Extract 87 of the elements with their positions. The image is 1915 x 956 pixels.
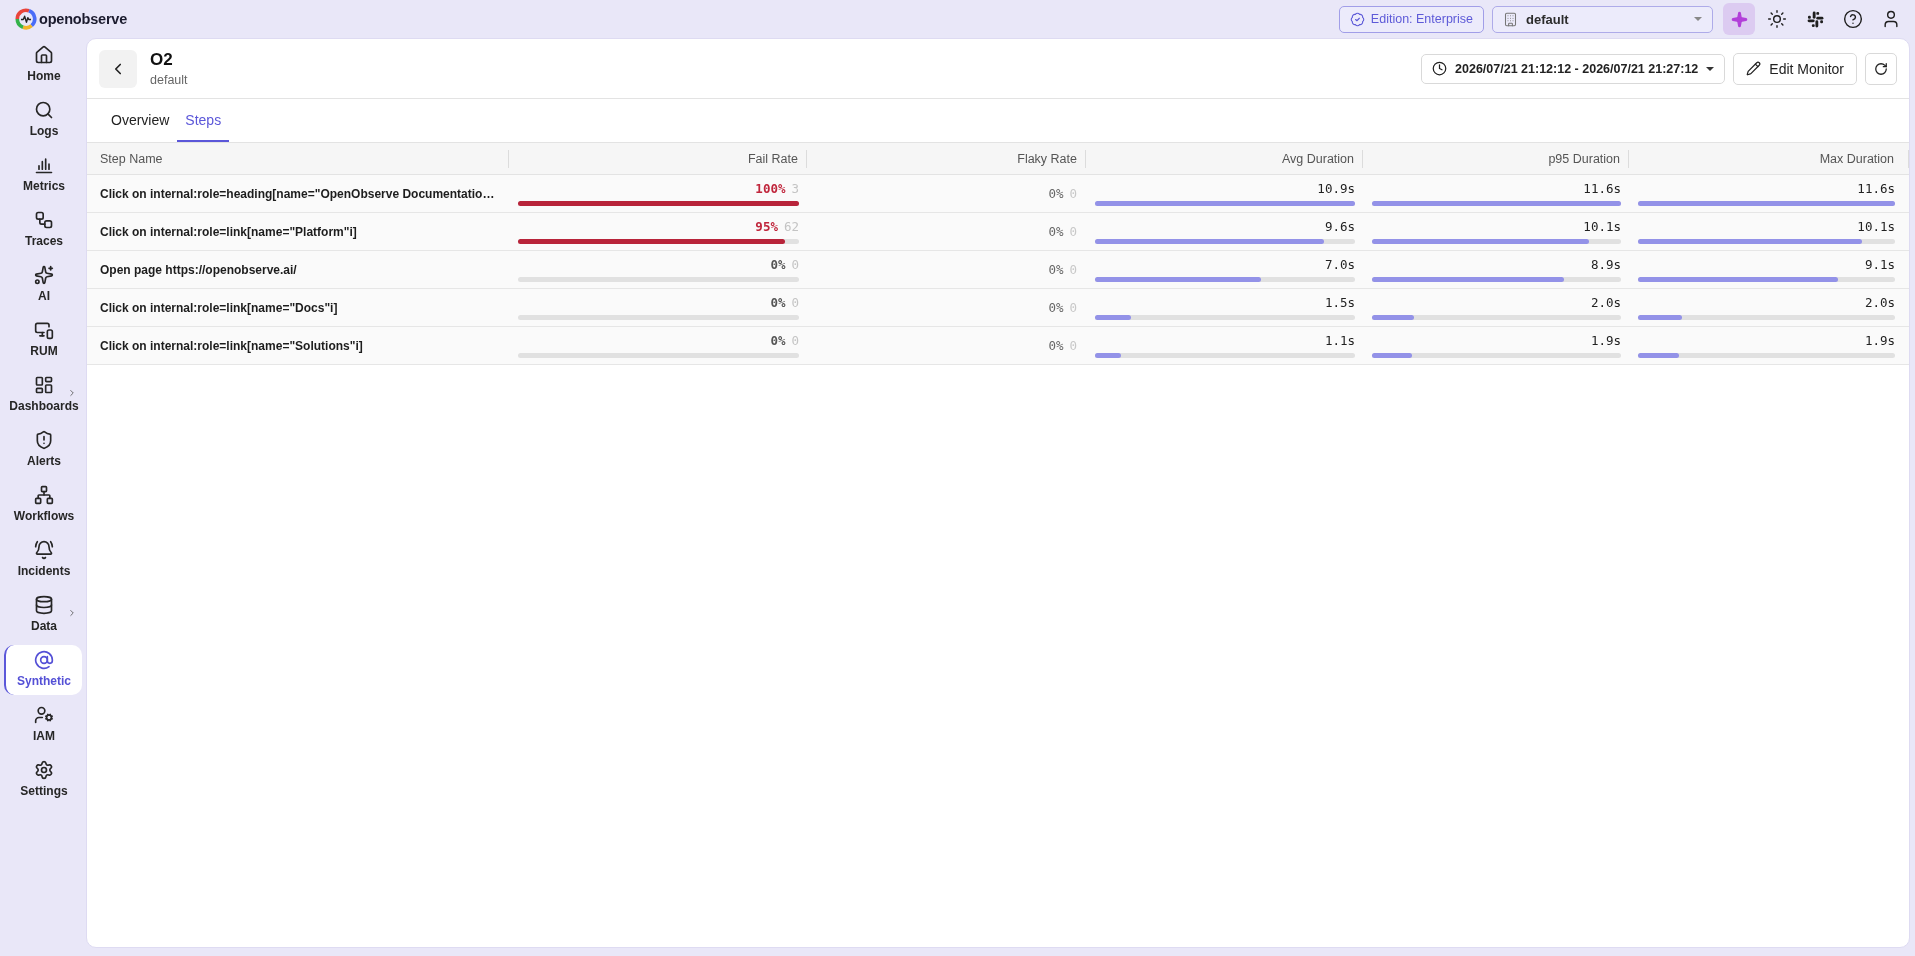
bell-ring-icon [34, 540, 54, 560]
sidebar-item[interactable]: Synthetic [4, 645, 82, 695]
duration-value: 1.1s [1324, 333, 1355, 348]
sidebar-item[interactable]: Metrics [4, 150, 82, 200]
sparkle-icon [1730, 10, 1748, 28]
step-name: Click on internal:role=link[name="Solutions"i] [99, 338, 364, 353]
duration-value: 7.0s [1324, 257, 1355, 272]
step-name: Click on internal:role=link[name="Docs"i] [99, 300, 339, 315]
column-header[interactable]: Fail Rate [509, 149, 807, 168]
settings-icon [34, 760, 54, 780]
duration-value: 9.6s [1324, 219, 1355, 234]
duration-value: 1.9s [1590, 333, 1621, 348]
duration-value: 8.9s [1590, 257, 1621, 272]
sidebar-item[interactable]: Settings [4, 755, 82, 805]
pencil-icon [1746, 61, 1762, 76]
duration-value: 10.1s [1583, 219, 1621, 234]
column-header[interactable]: Max Duration [1629, 149, 1909, 168]
sidebar-item[interactable]: Incidents [4, 535, 82, 585]
flaky-rate-value: 0% [1048, 300, 1064, 315]
duration-value: 10.9s [1317, 181, 1355, 196]
help-icon [1843, 9, 1863, 29]
logo-text: openobserve [39, 11, 128, 27]
step-name: Open page https://openobserve.ai/ [99, 262, 298, 277]
sidebar-item[interactable]: IAM [4, 700, 82, 750]
sidebar-item[interactable]: Dashboards [4, 370, 82, 420]
fail-rate-value: 0% [770, 257, 786, 272]
badge-check-icon [1349, 11, 1365, 27]
column-header[interactable]: Step Name [87, 149, 509, 168]
clock-icon [1432, 61, 1448, 76]
user-gear-icon [34, 705, 54, 725]
date-range-picker[interactable]: 2026/07/21 21:12:12 - 2026/07/21 21:27:12 [1421, 53, 1726, 84]
column-header[interactable]: Avg Duration [1086, 149, 1363, 168]
refresh-button[interactable] [1865, 52, 1897, 85]
flaky-rate-value: 0% [1048, 186, 1064, 201]
duration-value: 10.1s [1857, 219, 1895, 234]
duration-value: 11.6s [1857, 181, 1895, 196]
network-icon [34, 485, 54, 505]
sidebar-item[interactable]: Alerts [4, 425, 82, 475]
logo-icon [15, 8, 37, 30]
caret-down-icon [1706, 66, 1715, 71]
org-select[interactable]: default [1492, 5, 1713, 33]
dashboard-icon [34, 375, 54, 395]
tab[interactable]: Overview [103, 99, 178, 142]
building-icon [1503, 11, 1518, 27]
monitor-phone-icon [34, 320, 54, 340]
step-name: Click on internal:role=link[name="Platform"i] [99, 224, 358, 239]
flaky-rate-value: 0% [1048, 262, 1064, 277]
sidebar-item[interactable]: Traces [4, 205, 82, 255]
duration-value: 2.0s [1864, 295, 1895, 310]
bar-chart-icon [34, 155, 54, 175]
flaky-rate-value: 0% [1048, 338, 1064, 353]
sparkles-icon [34, 265, 54, 285]
duration-value: 2.0s [1590, 295, 1621, 310]
fail-rate-value: 100% [755, 181, 786, 196]
fail-rate-value: 0% [770, 295, 786, 310]
duration-value: 9.1s [1864, 257, 1895, 272]
caret-down-icon [1694, 17, 1702, 21]
duration-value: 1.5s [1324, 295, 1355, 310]
page-title: O2 [150, 50, 174, 70]
sun-icon [1767, 9, 1787, 29]
flaky-rate-value: 0% [1048, 224, 1064, 239]
ai-button[interactable] [1723, 3, 1755, 35]
page-subtitle: default [150, 73, 188, 87]
sidebar-item[interactable]: RUM [4, 315, 82, 365]
sidebar-item[interactable]: Data [4, 590, 82, 640]
sidebar-item[interactable]: Workflows [4, 480, 82, 530]
step-name: Click on internal:role=heading[name="OpenObserve Documentatio… [99, 186, 496, 201]
at-sign-icon [34, 650, 54, 670]
shield-alert-icon [34, 430, 54, 450]
sidebar-item[interactable]: Home [4, 40, 82, 90]
hash-logo-icon [1805, 9, 1825, 29]
edition-badge[interactable]: Edition: Enterprise [1338, 5, 1484, 33]
refresh-icon [1874, 61, 1888, 76]
column-header[interactable]: p95 Duration [1363, 149, 1629, 168]
connected-squares-icon [34, 210, 54, 230]
duration-value: 1.9s [1864, 333, 1895, 348]
fail-rate-value: 0% [770, 333, 786, 348]
column-header[interactable]: Flaky Rate [807, 149, 1086, 168]
sidebar-item[interactable]: Logs [4, 95, 82, 145]
fail-rate-value: 95% [755, 219, 778, 234]
database-icon [34, 595, 54, 615]
sidebar-item[interactable]: AI [4, 260, 82, 310]
house-icon [34, 45, 54, 65]
duration-value: 11.6s [1583, 181, 1621, 196]
edit-monitor-button[interactable]: Edit Monitor [1733, 52, 1857, 85]
user-icon [1881, 9, 1901, 29]
search-icon [34, 100, 54, 120]
